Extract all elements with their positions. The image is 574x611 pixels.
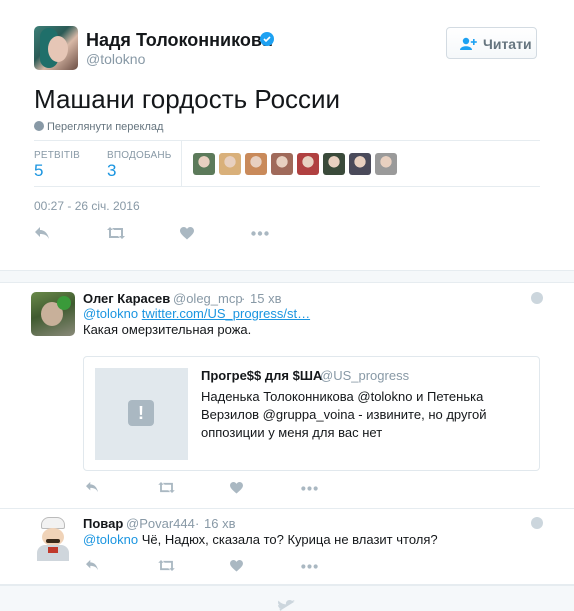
liker-avatar[interactable] — [297, 153, 319, 175]
liker-avatar[interactable] — [245, 153, 267, 175]
likes-label: ВПОДОБАНЬ — [107, 150, 172, 161]
liker-avatar[interactable] — [349, 153, 371, 175]
likes-count[interactable]: 3 — [107, 161, 116, 181]
reply-author-avatar[interactable] — [31, 292, 75, 336]
author-handle[interactable]: @tolokno — [86, 51, 145, 67]
reply-author-handle[interactable]: @oleg_mcp — [173, 291, 243, 306]
translate-label: Переглянути переклад — [47, 121, 164, 133]
separator — [0, 270, 574, 283]
author-avatar[interactable] — [34, 26, 78, 70]
liker-avatar[interactable] — [323, 153, 345, 175]
reply-icon[interactable] — [85, 481, 99, 493]
retweets-count[interactable]: 5 — [34, 161, 43, 181]
retweet-icon[interactable] — [158, 560, 175, 571]
timestamp[interactable]: 00:27 - 26 січ. 2016 — [34, 199, 140, 213]
reply-text-line: @tolokno Чё, Надюх, сказала то? Курица н… — [83, 532, 438, 547]
quoted-author-handle: @US_progress — [320, 368, 410, 383]
mention-link[interactable]: @tolokno — [83, 306, 138, 321]
quoted-text-line: Верзилов @gruppa_voina - извините, но др… — [201, 407, 487, 422]
like-icon[interactable] — [180, 227, 194, 240]
main-tweet: Надя Толоконникова @tolokno Читати Машан… — [0, 0, 574, 270]
quoted-text-line: Наденька Толоконникова @tolokno и Петень… — [201, 389, 484, 404]
more-icon[interactable] — [301, 486, 318, 491]
quoted-tweet-card[interactable]: ! Прогре$$ для $ША @US_progress Наденька… — [83, 356, 540, 471]
reply-text: Какая омерзительная рожа. — [83, 322, 252, 337]
follow-button-label: Читати — [483, 36, 532, 52]
reply-tweet: Повар @Povar444 · 16 хв @tolokno Чё, Над… — [0, 509, 574, 585]
reply-time[interactable]: 16 хв — [204, 516, 235, 531]
liker-avatar[interactable] — [219, 153, 241, 175]
separator-dot: · — [195, 516, 200, 531]
liker-avatar[interactable] — [375, 153, 397, 175]
globe-icon — [531, 517, 543, 529]
author-name[interactable]: Надя Толоконникова — [86, 30, 272, 51]
quoted-media-placeholder: ! — [95, 368, 188, 460]
reply-text: Чё, Надюх, сказала то? Курица не влазит … — [141, 532, 438, 547]
verified-badge-icon — [260, 32, 274, 46]
translate-link[interactable]: Переглянути переклад — [34, 121, 163, 133]
follow-button[interactable]: Читати — [446, 27, 537, 59]
liker-avatar[interactable] — [193, 153, 215, 175]
add-user-icon — [460, 37, 478, 53]
reply-icon[interactable] — [34, 226, 50, 240]
divider — [34, 140, 540, 141]
divider — [34, 186, 540, 187]
more-icon[interactable] — [251, 231, 269, 236]
quoted-author-name: Прогре$$ для $ША — [201, 368, 323, 383]
retweet-icon[interactable] — [158, 482, 175, 493]
reply-author-name[interactable]: Олег Карасев — [83, 291, 170, 306]
reply-author-avatar[interactable] — [31, 517, 75, 561]
separator-dot: · — [241, 291, 246, 306]
like-icon[interactable] — [230, 482, 243, 494]
twitter-bird-icon[interactable] — [277, 599, 295, 611]
liker-avatar[interactable] — [271, 153, 293, 175]
retweet-icon[interactable] — [107, 227, 125, 239]
reply-author-handle[interactable]: @Povar444 — [126, 516, 195, 531]
tweet-text: Машани гордость России — [34, 84, 341, 114]
quoted-text-line: оппозиции у меня для вас нет — [201, 425, 383, 440]
reply-author-name[interactable]: Повар — [83, 516, 123, 531]
mention-link[interactable]: @tolokno — [83, 532, 138, 547]
globe-icon — [531, 292, 543, 304]
warning-icon: ! — [128, 400, 154, 426]
like-icon[interactable] — [230, 560, 243, 572]
reply-mention-line: @tolokno twitter.com/US_progress/st… — [83, 306, 310, 321]
reply-time[interactable]: 15 хв — [250, 291, 281, 306]
more-icon[interactable] — [301, 564, 318, 569]
reply-icon[interactable] — [85, 559, 99, 571]
url-link[interactable]: twitter.com/US_progress/st… — [142, 306, 310, 321]
divider — [181, 141, 182, 186]
retweets-label: РЕТВІТІВ — [34, 150, 81, 161]
globe-icon — [34, 121, 44, 131]
